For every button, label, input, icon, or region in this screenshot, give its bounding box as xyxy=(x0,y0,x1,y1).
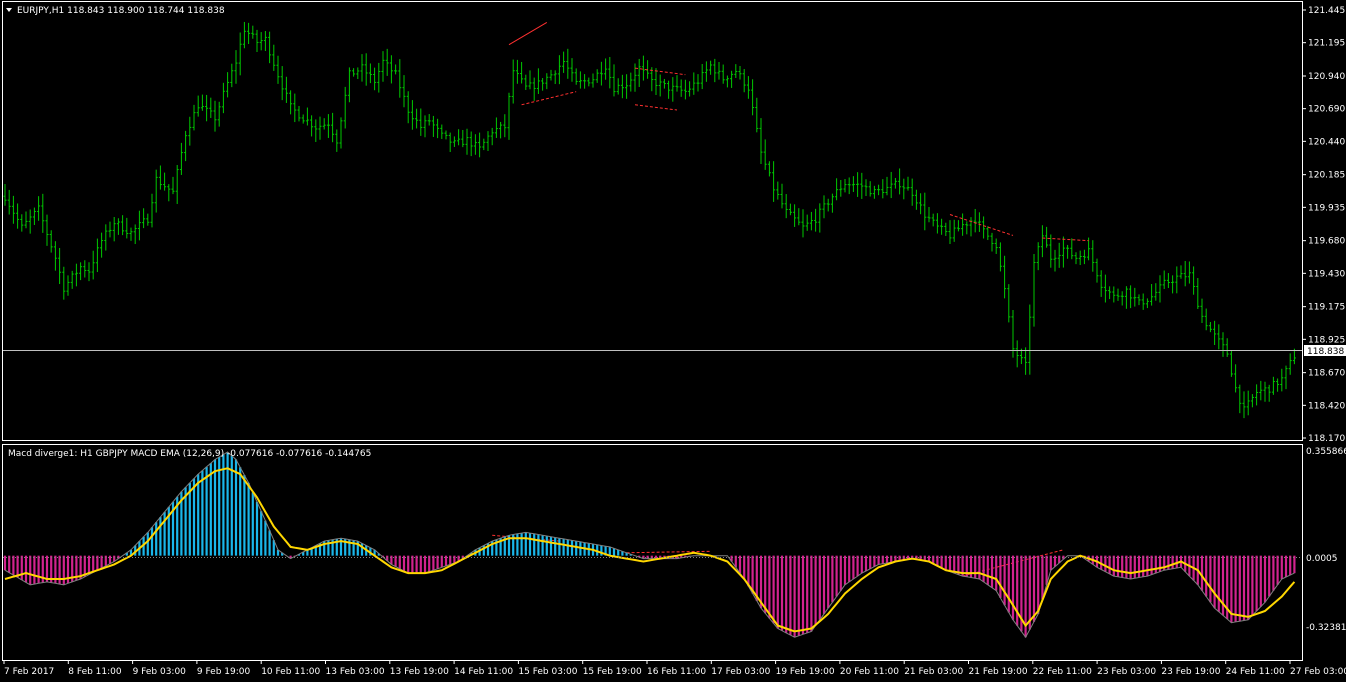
time-tick-label: 20 Feb 11:00 xyxy=(840,667,899,677)
time-tick-label: 8 Feb 11:00 xyxy=(68,667,122,677)
price-tick-label: 120.185 xyxy=(1308,171,1345,181)
price-tick-label: 119.175 xyxy=(1308,303,1345,313)
price-tick-label: 118.170 xyxy=(1308,434,1345,444)
indicator-max-label: 0.355866 xyxy=(1306,447,1346,457)
chart-canvas[interactable]: EURJPY,H1 118.843 118.900 118.744 118.83… xyxy=(0,0,1346,682)
price-tick-label: 118.925 xyxy=(1308,335,1345,345)
time-tick-label: 27 Feb 03:00 xyxy=(1290,667,1346,677)
current-price-label: 118.838 xyxy=(1307,347,1344,357)
price-tick-label: 121.195 xyxy=(1308,39,1345,49)
price-tick-label: 118.670 xyxy=(1308,369,1345,379)
time-tick-label: 22 Feb 11:00 xyxy=(1033,667,1092,677)
price-header: EURJPY,H1 118.843 118.900 118.744 118.83… xyxy=(17,6,225,16)
time-tick-label: 15 Feb 19:00 xyxy=(583,667,642,677)
indicator-header: Macd diverge1: H1 GBPJPY MACD EMA (12,26… xyxy=(8,449,371,459)
price-tick-label: 119.935 xyxy=(1308,203,1345,213)
price-tick-label: 121.445 xyxy=(1308,6,1345,16)
time-tick-label: 21 Feb 19:00 xyxy=(969,667,1028,677)
time-tick-label: 24 Feb 11:00 xyxy=(1226,667,1285,677)
price-tick-label: 120.940 xyxy=(1308,72,1345,82)
time-tick-label: 19 Feb 19:00 xyxy=(776,667,835,677)
indicator-min-label: -0.323815 xyxy=(1306,623,1346,633)
time-tick-label: 23 Feb 03:00 xyxy=(1097,667,1156,677)
price-tick-label: 120.690 xyxy=(1308,105,1345,115)
price-tick-label: 120.440 xyxy=(1308,137,1345,147)
time-tick-label: 17 Feb 03:00 xyxy=(711,667,770,677)
indicator-zero-label: 0.0005 xyxy=(1306,554,1338,564)
time-tick-label: 10 Feb 11:00 xyxy=(261,667,320,677)
price-tick-label: 118.420 xyxy=(1308,401,1345,411)
time-tick-label: 15 Feb 03:00 xyxy=(518,667,577,677)
time-tick-label: 9 Feb 19:00 xyxy=(197,667,251,677)
time-tick-label: 13 Feb 03:00 xyxy=(326,667,385,677)
time-tick-label: 7 Feb 2017 xyxy=(4,667,54,677)
time-tick-label: 16 Feb 11:00 xyxy=(647,667,706,677)
time-tick-label: 21 Feb 03:00 xyxy=(904,667,963,677)
time-tick-label: 23 Feb 19:00 xyxy=(1161,667,1220,677)
time-tick-label: 9 Feb 03:00 xyxy=(133,667,187,677)
price-tick-label: 119.680 xyxy=(1308,237,1345,247)
time-tick-label: 13 Feb 19:00 xyxy=(390,667,449,677)
time-tick-label: 14 Feb 11:00 xyxy=(454,667,513,677)
price-tick-label: 119.430 xyxy=(1308,269,1345,279)
